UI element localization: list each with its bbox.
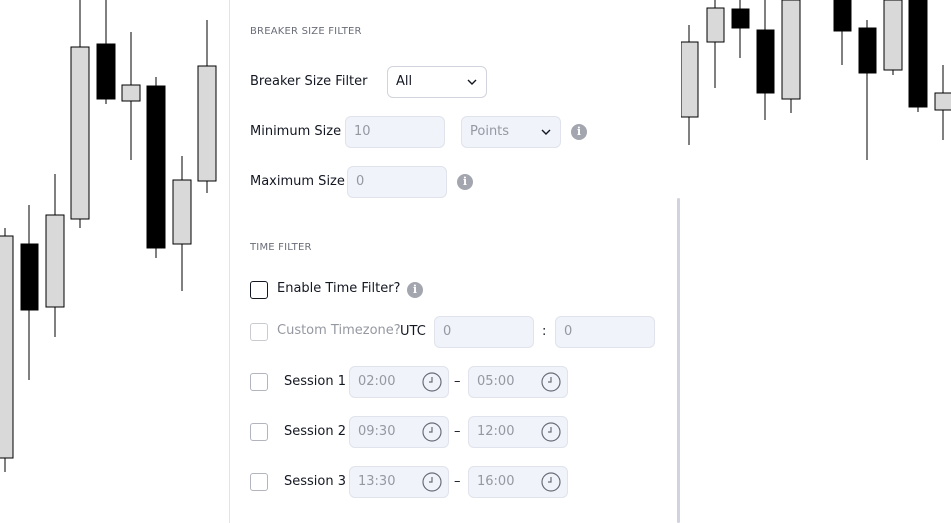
session-2-end-value: 12:00 [477, 424, 515, 439]
candle [20, 205, 39, 380]
session-1-range-separator: – [454, 374, 461, 389]
custom-timezone-label[interactable]: Custom Timezone? [277, 323, 401, 338]
session-1-start-input[interactable]: 02:00 [349, 366, 449, 398]
enable-time-filter-checkbox[interactable] [250, 281, 268, 299]
candle [96, 0, 116, 104]
candle [146, 77, 166, 258]
candle [0, 228, 14, 472]
chevron-down-icon [541, 129, 551, 135]
candle [833, 0, 852, 65]
candle [756, 0, 775, 120]
minimum-size-input[interactable]: 10 [345, 116, 445, 148]
candle [731, 0, 750, 58]
breaker-size-filter-value: All [396, 74, 413, 89]
enable-time-filter-label[interactable]: Enable Time Filter? [277, 281, 400, 296]
candle [908, 0, 928, 112]
breaker-size-filter-select[interactable]: All [387, 66, 487, 98]
session-2-end-input[interactable]: 12:00 [468, 416, 568, 448]
session-3-end-value: 16:00 [477, 474, 515, 489]
session-1-start-value: 02:00 [358, 374, 396, 389]
price-chart-right[interactable] [681, 0, 951, 523]
session-1-checkbox[interactable] [250, 373, 268, 391]
candle [681, 25, 699, 145]
clock-icon[interactable] [422, 372, 442, 392]
session-2-range-separator: – [454, 424, 461, 439]
candle [858, 20, 877, 160]
candle [883, 0, 903, 75]
panel-scrollbar[interactable] [677, 198, 680, 523]
enable-time-filter-info-icon[interactable]: i [407, 282, 423, 298]
maximum-size-input[interactable]: 0 [347, 166, 447, 198]
clock-icon[interactable] [541, 372, 561, 392]
clock-icon[interactable] [422, 422, 442, 442]
session-1-end-input[interactable]: 05:00 [468, 366, 568, 398]
candlestick-series-left [0, 0, 217, 472]
candlestick-series-right [681, 0, 951, 160]
session-2-checkbox[interactable] [250, 423, 268, 441]
maximum-size-info-icon[interactable]: i [457, 174, 473, 190]
chevron-down-icon [467, 79, 477, 85]
utc-minutes-input[interactable]: 0 [555, 316, 655, 348]
custom-timezone-checkbox[interactable] [250, 323, 268, 341]
session-1-label: Session 1 [284, 374, 347, 389]
candle [70, 0, 90, 228]
maximum-size-label: Maximum Size [250, 174, 345, 189]
session-1-end-value: 05:00 [477, 374, 515, 389]
time-filter-section-title: TIME FILTER [250, 242, 312, 253]
candle [121, 32, 141, 160]
minimum-size-label: Minimum Size [250, 124, 342, 139]
clock-icon[interactable] [541, 472, 561, 492]
session-3-checkbox[interactable] [250, 473, 268, 491]
utc-separator: : [542, 324, 547, 339]
session-2-start-value: 09:30 [358, 424, 396, 439]
session-3-end-input[interactable]: 16:00 [468, 466, 568, 498]
price-chart-left[interactable] [0, 0, 229, 523]
session-3-range-separator: – [454, 474, 461, 489]
candle [781, 0, 801, 113]
minimum-size-unit-select[interactable]: Points [461, 116, 561, 148]
session-2-start-input[interactable]: 09:30 [349, 416, 449, 448]
minimum-size-info-icon[interactable]: i [571, 124, 587, 140]
clock-icon[interactable] [422, 472, 442, 492]
candle [197, 20, 217, 193]
candle [45, 174, 65, 337]
clock-icon[interactable] [541, 422, 561, 442]
breaker-size-filter-label: Breaker Size Filter [250, 74, 368, 89]
session-2-label: Session 2 [284, 424, 347, 439]
session-3-start-input[interactable]: 13:30 [349, 466, 449, 498]
candle [706, 0, 725, 88]
indicator-settings-panel: BREAKER SIZE FILTER Breaker Size Filter … [229, 0, 681, 523]
session-3-label: Session 3 [284, 474, 347, 489]
utc-label: UTC [400, 324, 426, 339]
breaker-size-filter-section-title: BREAKER SIZE FILTER [250, 26, 362, 37]
candle [934, 65, 951, 140]
minimum-size-unit-value: Points [470, 124, 510, 139]
utc-hours-input[interactable]: 0 [434, 316, 534, 348]
session-3-start-value: 13:30 [358, 474, 396, 489]
candle [172, 156, 192, 291]
